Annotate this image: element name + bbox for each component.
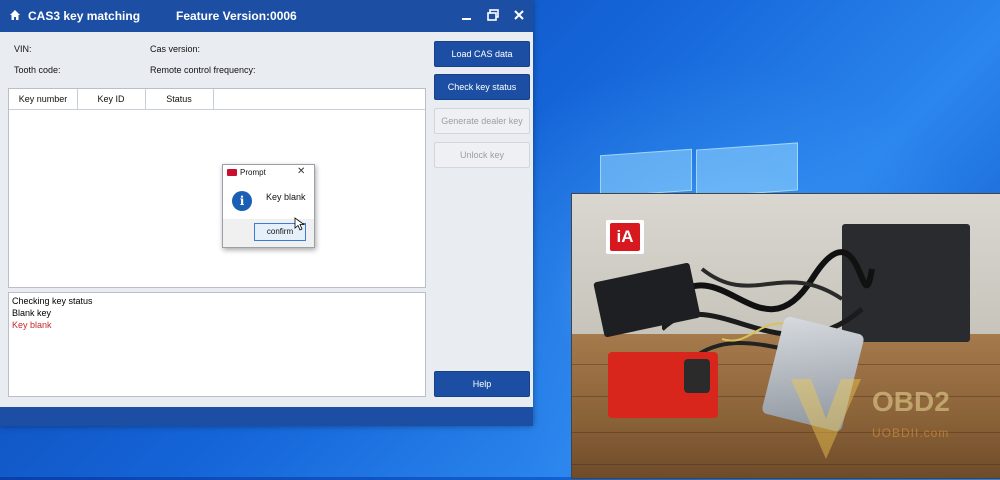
status-bar bbox=[0, 407, 533, 426]
car-key-fob bbox=[684, 359, 710, 393]
minimize-icon[interactable] bbox=[459, 7, 475, 23]
key-table: Key number Key ID Status bbox=[8, 88, 426, 288]
column-header-key-number[interactable]: Key number bbox=[9, 89, 78, 109]
mouse-cursor-icon bbox=[294, 217, 306, 231]
log-line-error: Key blank bbox=[12, 320, 52, 330]
help-button[interactable]: Help bbox=[434, 371, 530, 397]
home-icon[interactable] bbox=[9, 9, 21, 21]
table-header: Key number Key ID Status bbox=[9, 89, 425, 110]
column-header-key-id[interactable]: Key ID bbox=[77, 89, 146, 109]
video-inset: iA OBD2 UOBDII.com bbox=[571, 193, 1000, 479]
vin-label: VIN: bbox=[14, 44, 32, 54]
close-icon[interactable] bbox=[511, 7, 527, 23]
column-header-status[interactable]: Status bbox=[145, 89, 214, 109]
ia-logo: iA bbox=[606, 220, 644, 254]
title-bar: CAS3 key matching Feature Version:0006 bbox=[0, 0, 533, 32]
prompt-title: Prompt bbox=[240, 168, 266, 177]
cas3-key-matching-window: CAS3 key matching Feature Version:0006 V… bbox=[0, 0, 533, 426]
prompt-dialog: Prompt ✕ i Key blank confirm bbox=[222, 164, 315, 248]
check-key-status-button[interactable]: Check key status bbox=[434, 74, 530, 100]
window-title: CAS3 key matching bbox=[28, 9, 141, 23]
tooth-code-label: Tooth code: bbox=[14, 65, 61, 75]
app-logo-icon bbox=[227, 169, 237, 176]
load-cas-data-button[interactable]: Load CAS data bbox=[434, 41, 530, 67]
prompt-message: Key blank bbox=[266, 192, 306, 202]
generate-dealer-key-button[interactable]: Generate dealer key bbox=[434, 108, 530, 134]
watermark-subtext: UOBDII.com bbox=[872, 426, 950, 440]
info-icon: i bbox=[232, 191, 252, 211]
close-icon[interactable]: ✕ bbox=[297, 166, 305, 177]
cas-version-label: Cas version: bbox=[150, 44, 201, 54]
feature-version: Feature Version:0006 bbox=[176, 9, 297, 23]
log-line: Blank key bbox=[12, 308, 52, 318]
status-log: Checking key status Blank key Key blank bbox=[8, 292, 426, 397]
watermark-logo bbox=[791, 379, 861, 459]
log-line: Checking key status bbox=[12, 296, 93, 306]
unlock-key-button[interactable]: Unlock key bbox=[434, 142, 530, 168]
watermark-text: OBD2 bbox=[872, 386, 950, 417]
remote-frequency-label: Remote control frequency: bbox=[150, 65, 256, 75]
restore-icon[interactable] bbox=[485, 7, 501, 23]
